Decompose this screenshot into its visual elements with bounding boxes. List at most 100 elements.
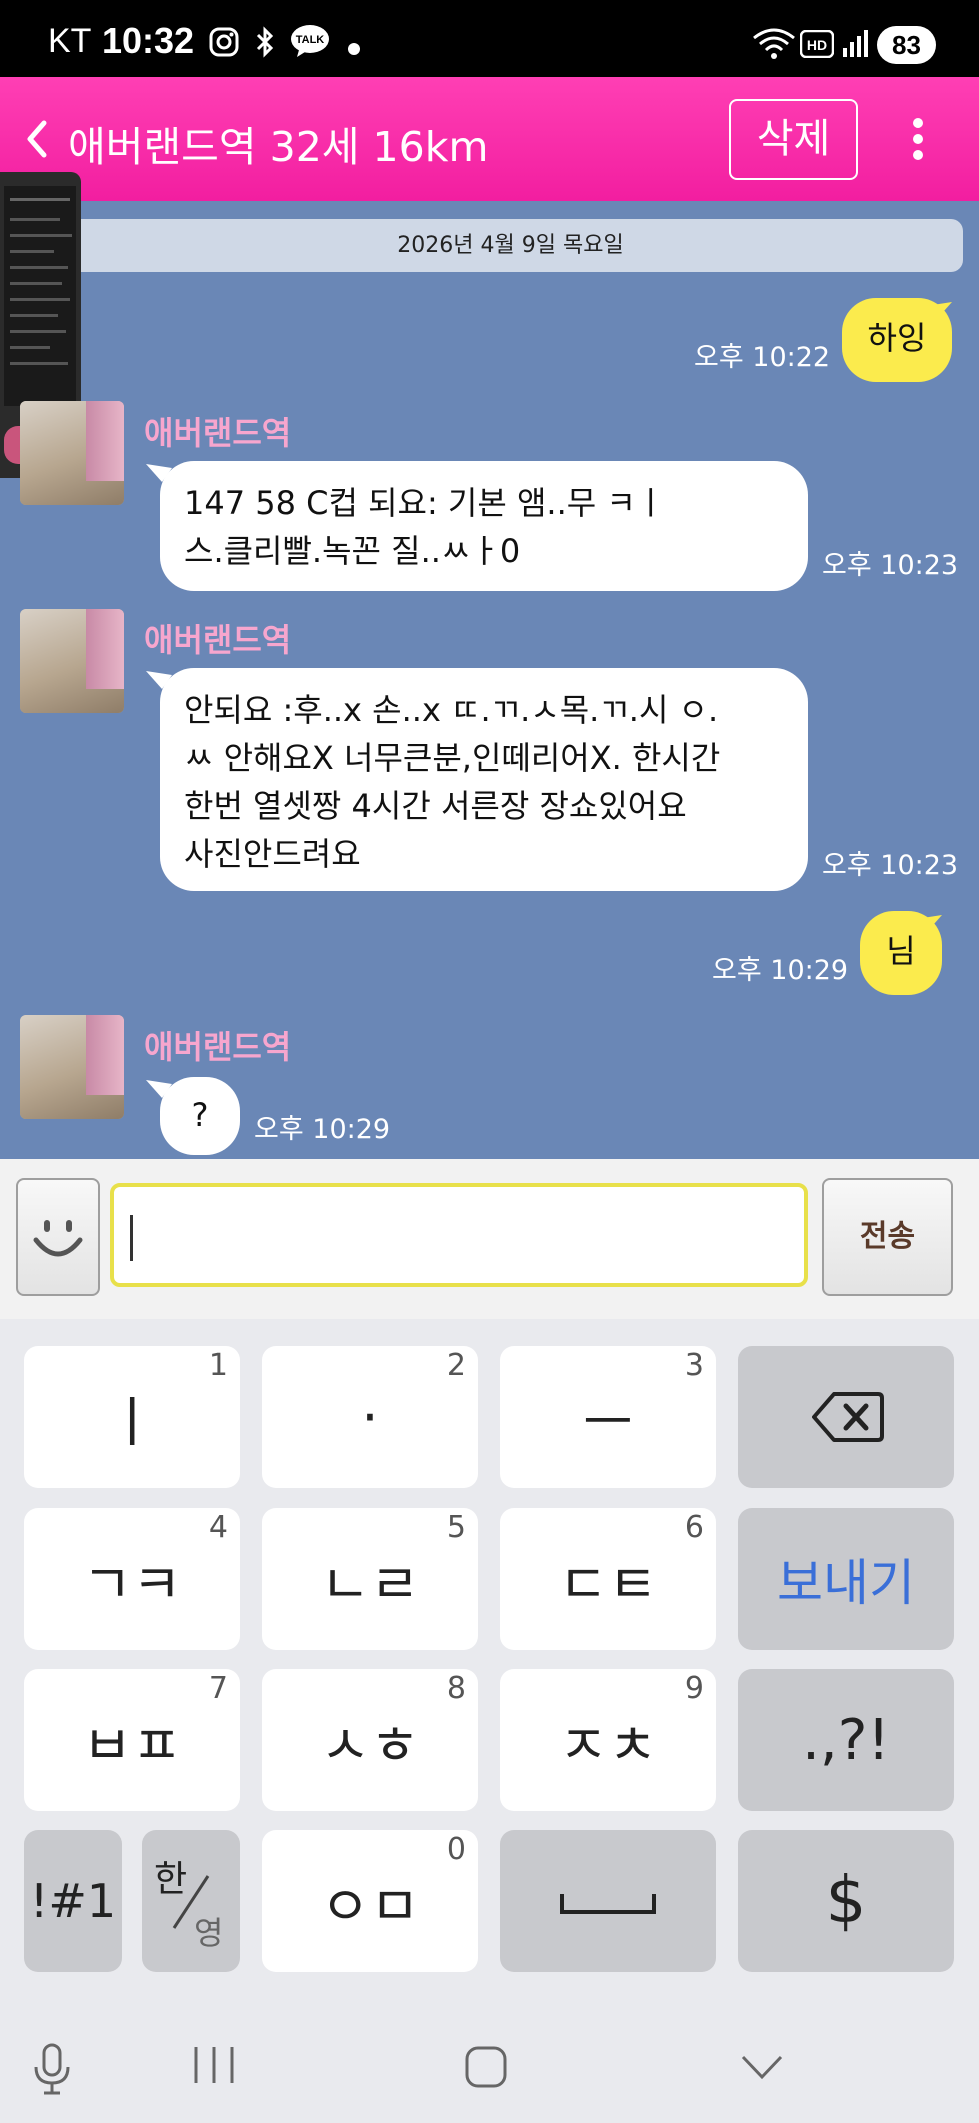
key-label: ㅣ [107,1390,157,1454]
instagram-icon [208,26,240,62]
key-d[interactable]: ㄷㅌ 6 [500,1508,716,1650]
message-time: 오후 10:23 [822,550,959,581]
key-s[interactable]: ㅅㅎ 8 [262,1669,478,1811]
avatar[interactable] [20,609,124,713]
message-time: 오후 10:29 [712,955,849,986]
message-bubble[interactable]: 안되요 :후..x 손..x ㄸ.ㄲ.ㅅ목.ㄲ.시 ㅇ. ㅆ 안해요X 너무큰분… [160,668,808,891]
message-bubble[interactable]: ? [160,1077,240,1155]
key-o[interactable]: ㅇㅁ 0 [262,1830,478,1972]
bubble-tail [146,1080,172,1098]
key-label: ㅅㅎ [320,1713,420,1777]
key-number: 6 [684,1510,704,1545]
space-icon [560,1894,656,1914]
send-key[interactable]: 보내기 [738,1508,954,1650]
language-switch-key[interactable]: 한 영 [142,1830,240,1972]
dollar-key[interactable]: $ [738,1830,954,1972]
message-text: ㅆ 안해요X 너무큰분,인떼리어X. 한시간 [184,739,721,777]
key-number: 3 [684,1348,704,1383]
bubble-tail [146,671,172,689]
hd-icon: HD [799,29,835,62]
sender-name: 애버랜드역 [144,621,292,659]
key-label: ㅡ [583,1390,633,1454]
floating-window-content [4,186,76,406]
delete-button[interactable]: 삭제 [729,99,858,180]
space-key[interactable] [500,1830,716,1972]
navigation-bar [0,2009,979,2123]
key-label: · [361,1385,379,1449]
sender-name: 애버랜드역 [144,1028,292,1066]
bubble-tail [916,915,942,933]
key-number: 0 [446,1832,466,1867]
clock: 10:32 [102,20,195,61]
key-label: ㅈㅊ [558,1713,658,1777]
key-i[interactable]: ㅣ1 [24,1346,240,1488]
svg-text:HD: HD [807,37,827,53]
wifi-icon [752,26,796,66]
key-g[interactable]: ㄱㅋ 4 [24,1508,240,1650]
recents-icon[interactable] [192,2045,236,2089]
svg-text:TALK: TALK [296,34,325,46]
message-text: 147 58 C컵 되요: 기본 앰..무 ㅋㅣ [184,484,666,522]
back-arrow-icon[interactable] [22,119,52,163]
key-label: ㅇㅁ [320,1874,420,1938]
message-text: ? [191,1096,209,1134]
avatar[interactable] [20,401,124,505]
message-text: 한번 열셋짱 4시간 서른장 장쇼있어요 [184,787,687,825]
message-time: 오후 10:22 [694,342,831,373]
signal-icon [842,28,870,62]
send-button[interactable]: 전송 [822,1178,953,1296]
key-b[interactable]: ㅂㅍ 7 [24,1669,240,1811]
message-bubble[interactable]: 147 58 C컵 되요: 기본 앰..무 ㅋㅣ 스.클리빨.녹꼰 질..ㅆㅏ0 [160,461,808,591]
symbol-key[interactable]: !#1 [24,1830,122,1972]
smiley-icon [33,1220,83,1257]
key-label: $ [825,1864,867,1938]
chat-title: 애버랜드역 32세 16km [68,123,489,171]
key-label: ㄷㅌ [558,1552,658,1616]
input-bar: 전송 [0,1159,979,1319]
chat-header: 애버랜드역 32세 16km 삭제 [0,77,979,201]
date-divider: 2026년 4월 9일 목요일 [58,219,963,272]
status-bar: KT 10:32 TALK HD 83 [0,0,979,77]
key-number: 2 [446,1348,466,1383]
key-label: !#1 [29,1874,117,1928]
key-number: 4 [208,1510,228,1545]
home-icon[interactable] [464,2045,508,2093]
back-icon[interactable] [740,2053,784,2085]
key-label: 영 [194,1914,224,1952]
carrier-label: KT [48,22,92,60]
key-j[interactable]: ㅈㅊ 9 [500,1669,716,1811]
key-number: 8 [446,1671,466,1706]
bubble-tail [926,302,952,320]
key-n[interactable]: ㄴㄹ 5 [262,1508,478,1650]
battery-indicator: 83 [877,26,936,64]
key-eu[interactable]: ㅡ3 [500,1346,716,1488]
key-label: .,?! [802,1707,890,1773]
avatar[interactable] [20,1015,124,1119]
punctuation-key[interactable]: .,?! [738,1669,954,1811]
backspace-icon [812,1392,884,1442]
sender-name: 애버랜드역 [144,414,292,452]
mic-icon[interactable] [32,2043,72,2099]
message-time: 오후 10:23 [822,850,959,881]
message-text: 안되요 :후..x 손..x ㄸ.ㄲ.ㅅ목.ㄲ.시 ㅇ. [184,691,719,729]
message-input[interactable] [110,1183,808,1287]
message-text: 스.클리빨.녹꼰 질..ㅆㅏ0 [184,532,521,570]
more-menu-icon[interactable] [906,115,930,167]
backspace-key[interactable] [738,1346,954,1488]
emoticon-button[interactable] [16,1178,100,1296]
key-dot[interactable]: · 2 [262,1346,478,1488]
talk-icon: TALK [290,24,330,62]
key-number: 7 [208,1671,228,1706]
keyboard: ㅣ1 · 2 ㅡ3 ㄱㅋ 4 ㄴㄹ 5 ㄷㅌ 6 보내기 ㅂㅍ 7 ㅅㅎ 8 ㅈㅊ 9 .,?… [0,1319,979,2009]
bubble-tail [146,464,172,482]
key-number: 5 [446,1510,466,1545]
text-cursor [130,1215,133,1261]
message-time: 오후 10:29 [254,1114,391,1145]
key-number: 1 [208,1348,228,1383]
dot-icon [348,40,360,59]
key-label: ㄱㅋ [82,1552,182,1616]
bluetooth-icon [254,26,276,62]
key-label: ㄴㄹ [320,1552,420,1616]
key-number: 9 [684,1671,704,1706]
key-label: 보내기 [777,1554,915,1612]
